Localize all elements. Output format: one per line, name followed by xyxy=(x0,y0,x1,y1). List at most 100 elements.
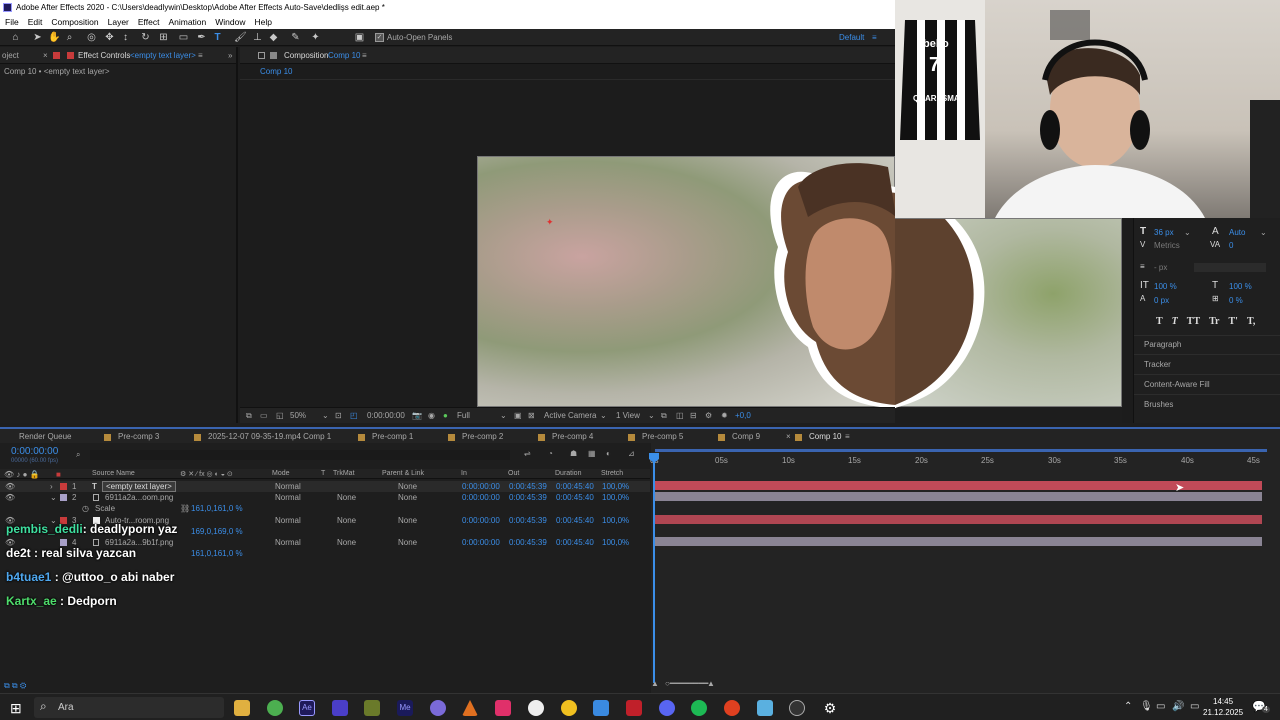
camera-select[interactable]: Active Camera xyxy=(544,408,596,424)
constrain-link-icon[interactable]: ⛓ xyxy=(180,504,190,513)
layer-mode[interactable]: Normal xyxy=(275,516,301,525)
stroke-value[interactable]: - px xyxy=(1154,263,1167,272)
column-in[interactable]: In xyxy=(461,470,467,477)
mask-visibility-icon[interactable]: ◱ xyxy=(276,408,284,424)
app-icon[interactable] xyxy=(724,700,740,716)
zoom-out-icon[interactable]: ▲ xyxy=(651,679,659,688)
app-icon[interactable] xyxy=(593,700,609,716)
layer-trkmat[interactable]: None xyxy=(337,516,356,525)
expand-panel-icon[interactable]: » xyxy=(228,47,232,64)
layer-parent[interactable]: None xyxy=(398,482,417,491)
microphone-icon[interactable]: 🎙 xyxy=(1140,701,1153,712)
tiktok-icon[interactable] xyxy=(495,700,511,716)
zoom-tool-icon[interactable]: ⌕ xyxy=(64,32,75,43)
layer-name[interactable]: 6911a2a...oom.png xyxy=(105,493,173,502)
panel-menu-icon[interactable]: ≡ xyxy=(362,47,367,64)
twirl-icon[interactable]: ⌄ xyxy=(50,493,57,502)
network-icon[interactable]: ▭ xyxy=(1156,701,1165,712)
app-icon[interactable] xyxy=(528,700,544,716)
layer-duration[interactable]: 0:00:45:40 xyxy=(556,538,594,547)
tab-composition[interactable]: Composition xyxy=(284,47,328,64)
eye-icon[interactable]: 👁 xyxy=(5,482,15,491)
property-value[interactable]: 169,0,169,0 % xyxy=(191,527,243,536)
settings-icon[interactable]: ⚙ xyxy=(822,700,838,716)
work-area-bar[interactable] xyxy=(655,449,1267,452)
layer-trkmat[interactable]: None xyxy=(337,538,356,547)
layer-stretch[interactable]: 100,0% xyxy=(602,538,629,547)
comp-subtab[interactable]: Comp 10 xyxy=(260,67,292,76)
viewer-time[interactable]: 0:00:00:00 xyxy=(367,408,405,424)
column-trkmat[interactable]: TrkMat xyxy=(333,470,355,477)
section-tracker[interactable]: Tracker xyxy=(1144,360,1171,369)
layer-in[interactable]: 0:00:00:00 xyxy=(462,493,500,502)
layer-bar[interactable] xyxy=(655,537,1262,546)
protonvpn-icon[interactable] xyxy=(332,700,348,716)
motion-blur-icon[interactable]: ◐ xyxy=(606,449,611,458)
all-caps-button[interactable]: TT xyxy=(1187,316,1200,327)
label-color-icon[interactable] xyxy=(60,494,67,501)
composition-viewer-frame[interactable]: ✦ xyxy=(477,156,896,408)
volume-icon[interactable]: 🔊 xyxy=(1172,701,1184,712)
auto-open-checkbox[interactable]: ✓ xyxy=(375,33,384,42)
layer-out[interactable]: 0:00:45:39 xyxy=(509,493,547,502)
app-icon[interactable] xyxy=(364,700,380,716)
puppet-pin-icon[interactable]: ✦ xyxy=(310,32,321,43)
layer-trkmat[interactable]: None xyxy=(337,493,356,502)
label-color-icon[interactable] xyxy=(60,539,67,546)
layer-mode[interactable]: Normal xyxy=(275,482,301,491)
search-icon[interactable]: ⌕ xyxy=(76,450,80,460)
layer-name[interactable]: <empty text layer> xyxy=(102,481,176,492)
app-icon[interactable] xyxy=(626,700,642,716)
show-snapshot-icon[interactable]: ◉ xyxy=(428,408,435,424)
section-paragraph[interactable]: Paragraph xyxy=(1144,340,1181,349)
faux-italic-button[interactable]: T xyxy=(1172,316,1178,327)
stopwatch-icon[interactable]: ◷ xyxy=(82,504,89,513)
workspace-default[interactable]: Default xyxy=(839,29,864,46)
app-icon[interactable] xyxy=(757,700,773,716)
layer-row[interactable]: 👁 ⌄ 2 6911a2a...oom.png Normal None None… xyxy=(0,492,650,503)
tab-composition-name[interactable]: Comp 10 xyxy=(328,47,360,64)
column-parent[interactable]: Parent & Link xyxy=(382,470,424,477)
layer-out[interactable]: 0:00:45:39 xyxy=(509,538,547,547)
baseline-value[interactable]: 0 px xyxy=(1154,296,1169,305)
tray-chevron-icon[interactable]: ⌃ xyxy=(1124,701,1132,712)
file-explorer-icon[interactable] xyxy=(234,700,250,716)
clock-time[interactable]: 14:45 xyxy=(1213,697,1233,706)
exposure-value[interactable]: +0,0 xyxy=(735,408,751,424)
hide-shy-icon[interactable]: ☗ xyxy=(570,449,577,458)
after-effects-taskbar-icon[interactable]: Ae xyxy=(299,700,315,716)
close-icon[interactable]: × xyxy=(43,47,48,64)
eye-icon[interactable]: 👁 xyxy=(5,493,15,502)
layer-parent[interactable]: None xyxy=(398,493,417,502)
fit-icon[interactable]: ⊡ xyxy=(335,408,342,424)
workspace-menu-icon[interactable]: ≡ xyxy=(872,29,877,46)
property-value[interactable]: 161,0,161,0 % xyxy=(191,504,243,513)
small-caps-button[interactable]: Tr xyxy=(1209,316,1219,327)
comp-mini-flowchart-icon[interactable]: ⇌ xyxy=(524,449,531,458)
layer-out[interactable]: 0:00:45:39 xyxy=(509,482,547,491)
app-icon[interactable] xyxy=(430,700,446,716)
column-source-name[interactable]: Source Name xyxy=(92,470,135,477)
leading-value[interactable]: Auto xyxy=(1229,228,1245,237)
eraser-tool-icon[interactable]: ◆ xyxy=(268,32,279,43)
property-value[interactable]: 161,0,161,0 % xyxy=(191,549,243,558)
view-layout-select[interactable]: 1 View xyxy=(616,408,640,424)
snapping-icon[interactable]: ▣ xyxy=(354,32,365,43)
maps-icon[interactable] xyxy=(561,700,577,716)
selection-tool-icon[interactable]: ➤ xyxy=(32,32,43,43)
clone-stamp-icon[interactable]: ⊥ xyxy=(252,32,263,43)
layer-bar[interactable] xyxy=(655,481,1262,490)
stroke-style-select[interactable] xyxy=(1194,263,1266,272)
column-stretch[interactable]: Stretch xyxy=(601,470,623,477)
tab-effect-target[interactable]: <empty text layer> xyxy=(130,47,196,64)
graph-editor-icon[interactable]: ⊿ xyxy=(628,449,635,458)
layer-duration[interactable]: 0:00:45:40 xyxy=(556,493,594,502)
dolly-camera-icon[interactable]: ↕ xyxy=(120,32,131,43)
timeline-icon[interactable]: ⊟ xyxy=(690,408,697,424)
column-t[interactable]: T xyxy=(321,470,325,477)
section-brushes[interactable]: Brushes xyxy=(1144,400,1173,409)
zoom-in-icon[interactable]: ▲ xyxy=(707,679,715,688)
exposure-reset-icon[interactable]: ✹ xyxy=(721,408,728,424)
pen-tool-icon[interactable]: ✒ xyxy=(196,32,207,43)
font-size-value[interactable]: 36 px xyxy=(1154,228,1174,237)
